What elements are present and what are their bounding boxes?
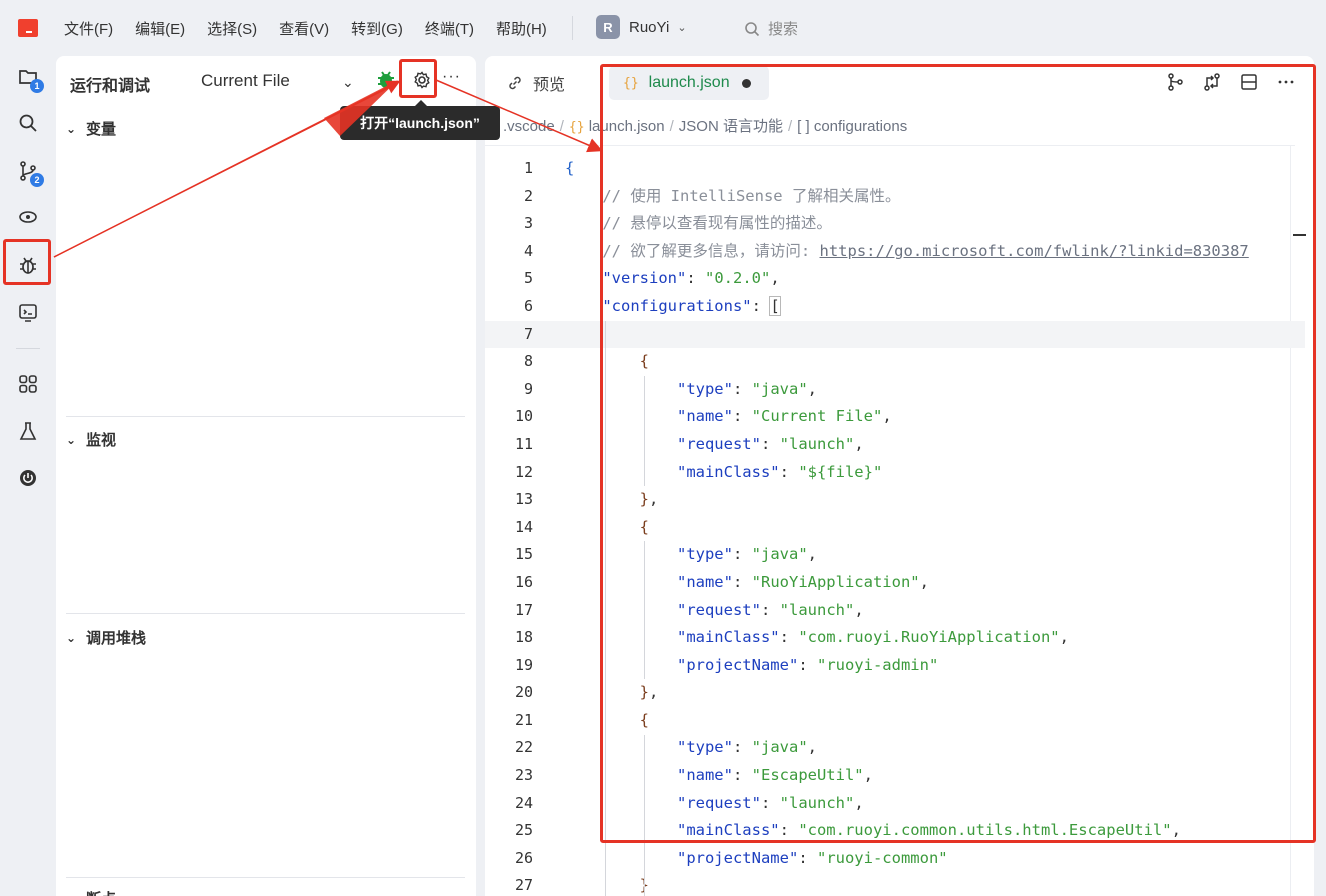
line-number: 7 <box>523 324 533 343</box>
terminal-icon[interactable] <box>15 300 41 326</box>
line-number: 21 <box>514 710 533 729</box>
app-logo <box>18 19 38 37</box>
line-number: 16 <box>514 572 533 591</box>
section-call-stack[interactable]: ⌄ 调用堆栈 <box>66 627 466 648</box>
line-number: 6 <box>523 296 533 315</box>
line-number: 3 <box>523 214 533 233</box>
chevron-down-icon[interactable]: ⌄ <box>342 74 354 91</box>
menu-go[interactable]: 转到(G) <box>351 18 403 39</box>
line-number: 2 <box>523 186 533 205</box>
section-divider <box>66 613 465 614</box>
line-number: 15 <box>514 545 533 564</box>
run-debug-highlight <box>3 239 51 285</box>
activity-bar: 1 2 <box>0 56 56 896</box>
code-line[interactable]: 26 "projectName": "ruoyi-common" <box>485 845 1305 873</box>
more-icon[interactable]: ··· <box>442 68 461 86</box>
menu-edit[interactable]: 编辑(E) <box>135 18 185 39</box>
code-line[interactable]: 27 } <box>485 872 1305 896</box>
menu-bar: 文件(F) 编辑(E) 选择(S) 查看(V) 转到(G) 终端(T) 帮助(H… <box>64 18 569 39</box>
line-number: 9 <box>523 379 533 398</box>
section-breakpoints[interactable]: ›断点 <box>66 888 466 896</box>
line-number: 11 <box>514 434 533 453</box>
search-label: 搜索 <box>768 21 799 38</box>
line-number: 25 <box>514 821 533 840</box>
title-bar: 文件(F) 编辑(E) 选择(S) 查看(V) 转到(G) 终端(T) 帮助(H… <box>0 0 1326 56</box>
gear-highlight <box>399 59 437 98</box>
line-number: 12 <box>514 462 533 481</box>
line-number: 5 <box>523 269 533 288</box>
section-watch[interactable]: ⌄ 监视 <box>66 429 466 450</box>
line-number: 20 <box>514 683 533 702</box>
chevron-down-icon: ⌄ <box>66 630 77 645</box>
line-number: 22 <box>514 738 533 757</box>
line-number: 8 <box>523 352 533 371</box>
code-text: "projectName": "ruoyi-common" <box>676 848 948 867</box>
chevron-down-icon: ⌄ <box>677 21 687 34</box>
link-icon <box>509 76 521 90</box>
line-number: 1 <box>523 159 533 177</box>
menu-help[interactable]: 帮助(H) <box>496 18 547 39</box>
code-text: { <box>565 159 575 177</box>
chevron-down-icon: ⌄ <box>66 432 77 447</box>
line-number: 4 <box>523 241 533 260</box>
menu-view[interactable]: 查看(V) <box>279 18 329 39</box>
chevron-down-icon: › <box>66 892 86 896</box>
menu-selection[interactable]: 选择(S) <box>207 18 257 39</box>
line-number: 18 <box>514 628 533 647</box>
chevron-down-icon: ⌄ <box>66 121 77 136</box>
section-label: 监视 <box>86 432 117 449</box>
source-control-icon[interactable]: 2 <box>15 158 44 187</box>
json-file-icon: {} <box>568 120 585 135</box>
tab-preview[interactable]: 预览 <box>507 66 565 100</box>
tab-label: 预览 <box>533 77 566 94</box>
editor-highlight <box>600 64 1316 843</box>
section-label: 变量 <box>86 121 117 138</box>
extensions-icon[interactable] <box>15 371 41 397</box>
explorer-badge: 1 <box>30 79 44 93</box>
search-icon[interactable] <box>15 110 41 136</box>
source-control-badge: 2 <box>30 173 44 187</box>
line-number: 19 <box>514 655 533 674</box>
panel-title: 运行和调试 <box>70 78 151 95</box>
search-box[interactable]: 搜索 <box>744 18 798 39</box>
code-text: } <box>565 872 649 896</box>
ide-window: 文件(F) 编辑(E) 选择(S) 查看(V) 转到(G) 终端(T) 帮助(H… <box>0 0 1326 896</box>
explorer-icon[interactable]: 1 <box>15 64 44 93</box>
workspace-name: RuoYi <box>629 18 670 36</box>
section-label: 调用堆栈 <box>86 630 147 647</box>
workspace-switcher[interactable]: R RuoYi ⌄ <box>596 15 687 39</box>
line-number: 14 <box>514 517 533 536</box>
section-label: 断点 <box>86 888 116 896</box>
line-number: 24 <box>514 793 533 812</box>
line-number: 13 <box>514 490 533 509</box>
menu-file[interactable]: 文件(F) <box>64 18 113 39</box>
line-number: 27 <box>514 876 533 895</box>
start-debug-icon[interactable] <box>374 68 398 92</box>
launch-config-select[interactable]: Current File <box>201 71 290 91</box>
workspace-avatar: R <box>596 15 620 39</box>
menu-terminal[interactable]: 终端(T) <box>425 18 474 39</box>
breadcrumb-folder[interactable]: .vscode <box>503 118 555 135</box>
search-icon <box>745 21 760 36</box>
remote-explorer-icon[interactable] <box>15 204 41 230</box>
gear-tooltip: 打开“launch.json” <box>340 100 500 140</box>
line-number: 23 <box>514 766 533 785</box>
section-divider <box>66 877 465 878</box>
line-number: 26 <box>514 848 533 867</box>
run-debug-panel: 运行和调试 Current File ⌄ ··· ⌄ 变量 ⌄ 监视 ⌄ 调用堆栈 ›… <box>56 56 476 896</box>
section-divider <box>66 416 465 417</box>
title-divider <box>572 16 573 40</box>
testing-icon[interactable] <box>15 418 41 444</box>
power-icon[interactable] <box>15 465 41 491</box>
line-number: 10 <box>514 407 533 426</box>
line-number: 17 <box>514 600 533 619</box>
activity-divider <box>16 348 40 349</box>
